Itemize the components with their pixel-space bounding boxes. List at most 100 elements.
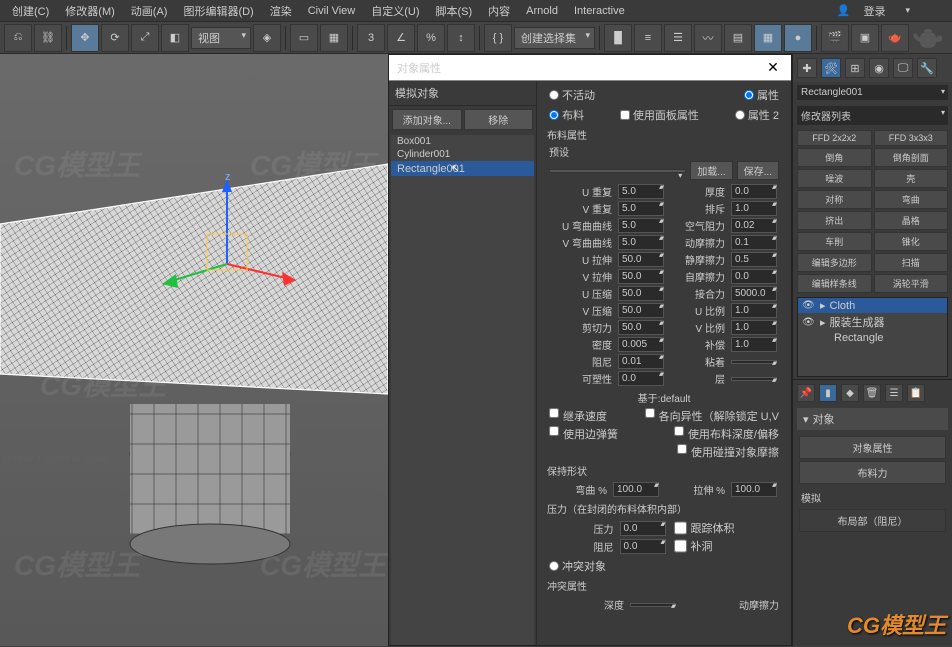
object-properties-button[interactable]: 对象属性 (799, 436, 946, 459)
inactive-radio[interactable]: 不活动 (549, 87, 595, 103)
mod-btn[interactable]: 涡轮平滑 (874, 274, 949, 293)
menu-modify[interactable]: 修改器(M) (57, 1, 123, 21)
percent-snap-icon[interactable]: % (417, 24, 445, 52)
object-name-field[interactable]: Rectangle001 (797, 85, 948, 100)
menu-anim[interactable]: 动画(A) (123, 1, 176, 21)
show-result-icon[interactable]: ▮ (819, 384, 837, 402)
eye-icon[interactable]: 👁 (802, 300, 816, 311)
menu-create[interactable]: 创建(C) (4, 1, 57, 21)
ribbon-icon[interactable]: ▦ (754, 24, 782, 52)
ref-coord-dropdown[interactable]: 视图 (191, 27, 251, 49)
prop-spinner[interactable]: 100.0 (731, 482, 777, 497)
add-object-button[interactable]: 添加对象... (392, 109, 462, 130)
prop-spinner[interactable]: 50.0 (618, 320, 664, 335)
anisotropic-check[interactable]: 各向异性（解除锁定 U,V (645, 408, 779, 424)
property2-radio[interactable]: 属性 2 (735, 107, 779, 123)
menu-script[interactable]: 脚本(S) (428, 1, 481, 21)
prop-spinner[interactable]: 5000.0 (731, 286, 777, 301)
cloth-depth-check[interactable]: 使用布料深度/偏移 (674, 426, 779, 442)
edge-spring-check[interactable]: 使用边弹簧 (549, 426, 618, 442)
prop-spinner[interactable]: 0.0 (731, 269, 777, 284)
inherit-vel-check[interactable]: 继承速度 (549, 408, 607, 424)
material-editor-icon[interactable]: ● (784, 24, 812, 52)
local-sim-button[interactable]: 布局部（阻尼） (799, 509, 946, 532)
remove-mod-icon[interactable]: 🗑 (863, 384, 881, 402)
curve-editor-icon[interactable]: 〰 (694, 24, 722, 52)
modify-tab-icon[interactable]: 🛠 (821, 58, 841, 78)
list-item[interactable]: Rectangle001↖ (391, 161, 534, 176)
prop-spinner[interactable]: 1.0 (731, 337, 777, 352)
angle-snap-icon[interactable]: ∠ (387, 24, 415, 52)
prop-spinner[interactable]: 0.005 (618, 337, 664, 352)
list-item[interactable]: Box001 (391, 135, 534, 148)
load-preset-button[interactable]: 加载... (690, 161, 732, 180)
make-unique-icon[interactable]: ◆ (841, 384, 859, 402)
rollout-header[interactable]: ▾对象 (797, 408, 948, 430)
prop-spinner[interactable]: 0.02 (731, 218, 777, 233)
prop-spinner[interactable]: 1.0 (731, 320, 777, 335)
prop-spinner[interactable]: 1.0 (731, 201, 777, 216)
prop-spinner[interactable]: 5.0 (618, 235, 664, 250)
stack-item[interactable]: 👁▸服装生成器 (798, 313, 947, 331)
cloth-radio[interactable]: 布料 (549, 107, 584, 123)
remove-object-button[interactable]: 移除 (464, 109, 534, 130)
use-panel-check[interactable]: 使用面板属性 (620, 107, 699, 123)
expand-icon[interactable]: ▸ (820, 299, 826, 312)
modifier-stack[interactable]: 👁▸Cloth 👁▸服装生成器 Rectangle (797, 297, 948, 377)
eye-icon[interactable]: 👁 (802, 317, 816, 328)
mod-btn[interactable]: 锥化 (874, 232, 949, 251)
coll-friction-check[interactable]: 使用碰撞对象摩擦 (677, 444, 779, 460)
cloth-forces-button[interactable]: 布料力 (799, 461, 946, 484)
mirror-icon[interactable]: ▐▌ (604, 24, 632, 52)
schematic-icon[interactable]: ▤ (724, 24, 752, 52)
mod-btn[interactable]: 扫描 (874, 253, 949, 272)
menu-civil[interactable]: Civil View (300, 3, 363, 19)
menu-interactive[interactable]: Interactive (566, 3, 633, 19)
modifier-list-dropdown[interactable]: 修改器列表 (797, 106, 948, 125)
mod-btn[interactable]: 编辑多边形 (797, 253, 872, 272)
prop-spinner[interactable] (731, 377, 777, 381)
property-radio[interactable]: 属性 (744, 87, 779, 103)
prop-spinner[interactable]: 50.0 (618, 286, 664, 301)
viewport[interactable]: z CG模型王 CG模型王 CG模型王 CG模型王 CG模型王 WWW.CGMX… (0, 54, 388, 646)
prop-spinner[interactable] (630, 603, 676, 607)
mod-btn[interactable]: 编辑样条线 (797, 274, 872, 293)
collision-obj-radio[interactable]: 冲突对象 (549, 558, 606, 574)
mod-btn[interactable]: FFD 2x2x2 (797, 130, 872, 146)
preset-dropdown[interactable] (549, 169, 686, 173)
prop-spinner[interactable]: 1.0 (731, 303, 777, 318)
mod-btn[interactable]: 壳 (874, 169, 949, 188)
render-icon[interactable]: 🫖 (881, 24, 909, 52)
pivot-icon[interactable]: ◈ (253, 24, 281, 52)
select-link-icon[interactable]: ⛓ (34, 24, 62, 52)
utilities-tab-icon[interactable]: 🔧 (917, 58, 937, 78)
object-list[interactable]: Box001 Cylinder001 Rectangle001↖ (391, 135, 534, 645)
rotate-tool-icon[interactable]: ⟳ (101, 24, 129, 52)
config-sets-icon[interactable]: 📋 (907, 384, 925, 402)
select-region-icon[interactable]: ▭ (290, 24, 318, 52)
menu-graph[interactable]: 图形编辑器(D) (175, 1, 261, 21)
render-setup-icon[interactable]: 🎬 (821, 24, 849, 52)
prop-spinner[interactable]: 0.01 (618, 354, 664, 369)
login-button[interactable]: 👤 登录 ▾ (831, 1, 948, 21)
prop-spinner[interactable]: 0.1 (731, 235, 777, 250)
prop-spinner[interactable]: 5.0 (618, 201, 664, 216)
patch-check[interactable]: 补洞 (674, 538, 780, 554)
menu-render[interactable]: 渲染 (262, 1, 300, 21)
track-volume-check[interactable]: 跟踪体积 (674, 520, 780, 536)
mod-btn[interactable]: 倒角 (797, 148, 872, 167)
prop-spinner[interactable]: 5.0 (618, 218, 664, 233)
configure-icon[interactable]: ☰ (885, 384, 903, 402)
menu-arnold[interactable]: Arnold (518, 3, 566, 19)
display-tab-icon[interactable]: 🖵 (893, 58, 913, 78)
mod-btn[interactable]: 噪波 (797, 169, 872, 188)
close-icon[interactable]: ✕ (763, 58, 783, 78)
placement-tool-icon[interactable]: ◧ (161, 24, 189, 52)
mod-btn[interactable]: 对称 (797, 190, 872, 209)
prop-spinner[interactable]: 50.0 (618, 269, 664, 284)
motion-tab-icon[interactable]: ◉ (869, 58, 889, 78)
create-tab-icon[interactable]: ✚ (797, 58, 817, 78)
window-crossing-icon[interactable]: ▦ (320, 24, 348, 52)
prop-spinner[interactable]: 0.5 (731, 252, 777, 267)
prop-spinner[interactable]: 100.0 (613, 482, 659, 497)
